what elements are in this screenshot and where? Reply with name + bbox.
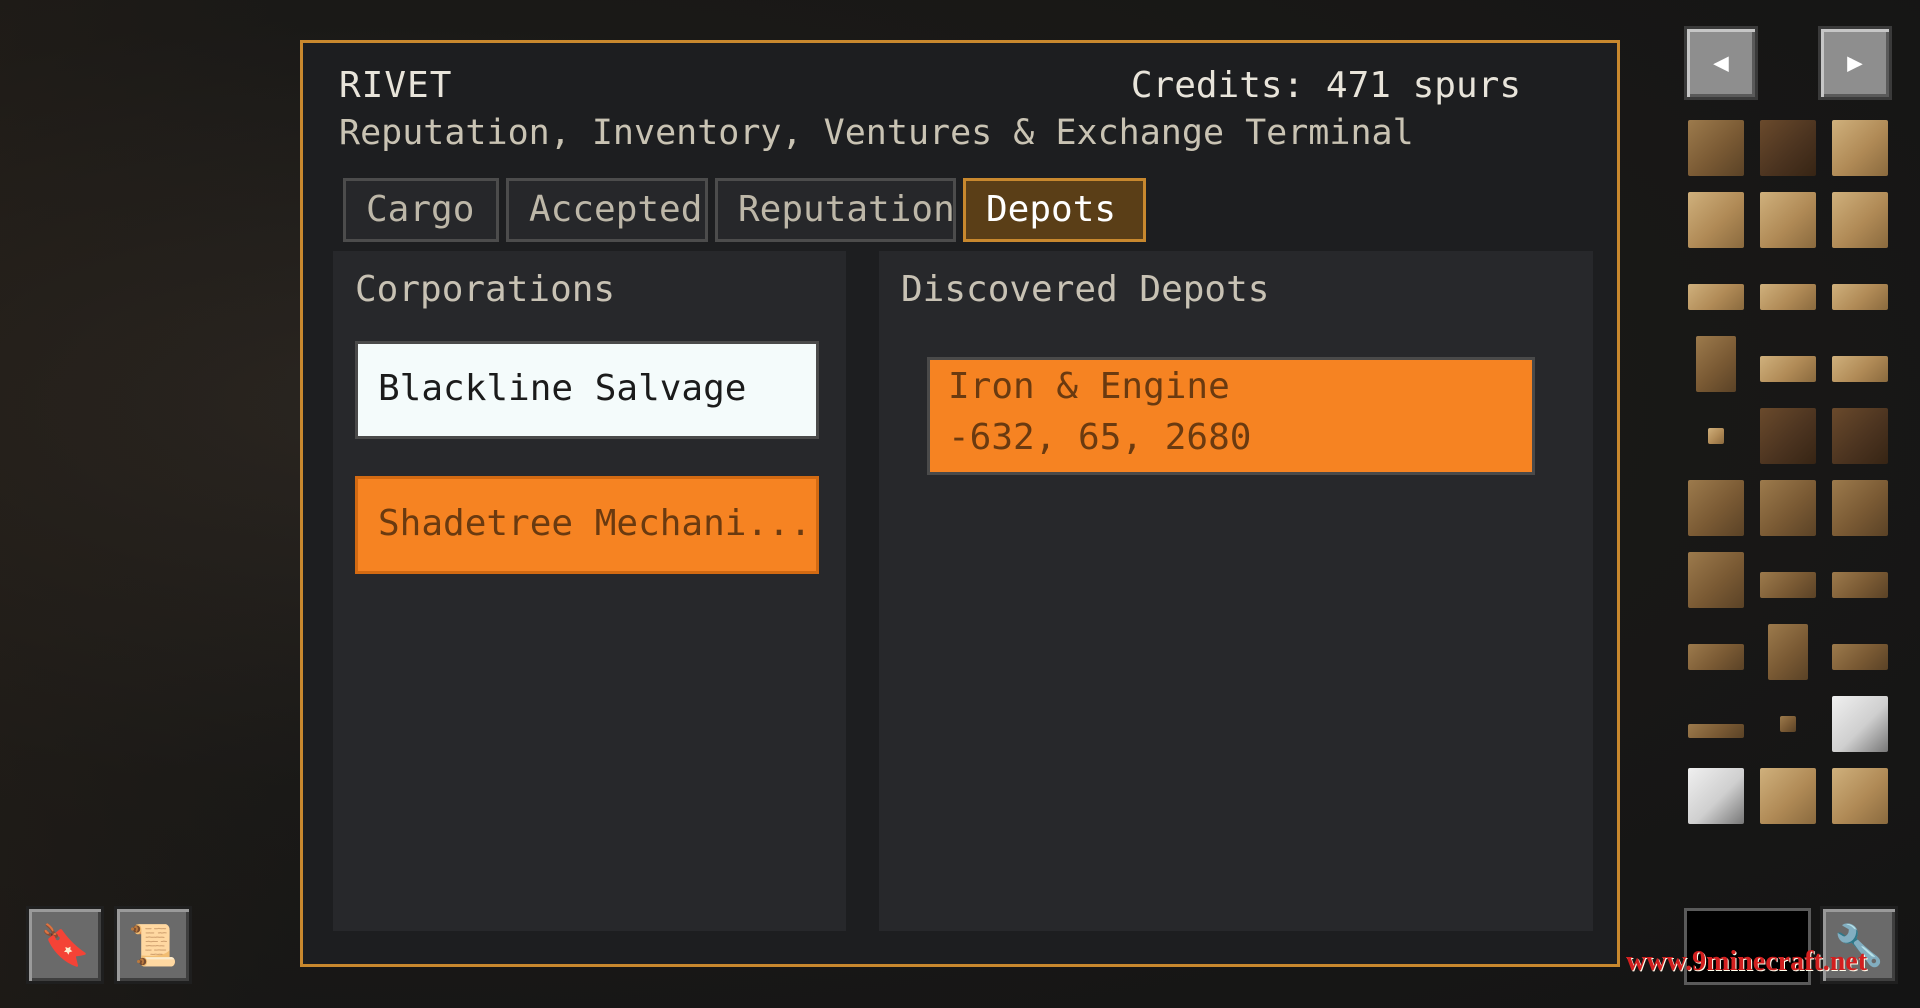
birch-wood-icon[interactable] [1758, 766, 1818, 826]
tab-cargo[interactable]: Cargo [343, 178, 499, 242]
scroll-icon: 📜 [128, 922, 178, 969]
background [0, 0, 300, 1008]
log-block-icon[interactable] [1830, 406, 1890, 466]
stairs-icon[interactable] [1686, 550, 1746, 610]
button-icon[interactable] [1758, 694, 1818, 754]
door-icon[interactable] [1686, 334, 1746, 394]
arrow-right-icon: ▶ [1847, 48, 1863, 78]
pressure-plate-icon[interactable] [1830, 334, 1890, 394]
arrow-left-icon: ◀ [1713, 48, 1729, 78]
prev-page-button[interactable]: ◀ [1684, 26, 1758, 100]
tab-accepted[interactable]: Accepted [506, 178, 708, 242]
fence-icon[interactable] [1830, 550, 1890, 610]
corporations-title: Corporations [355, 269, 616, 310]
next-page-button[interactable]: ▶ [1818, 26, 1892, 100]
fence-gate-icon[interactable] [1686, 622, 1746, 682]
tab-reputation[interactable]: Reputation [715, 178, 956, 242]
log-block-icon[interactable] [1758, 118, 1818, 178]
birch-plank-icon[interactable] [1830, 766, 1890, 826]
depot-item[interactable]: Iron & Engine -632, 65, 2680 [927, 357, 1535, 475]
rivet-terminal-panel: RIVET Credits: 471 spurs Reputation, Inv… [300, 40, 1620, 967]
corporation-item[interactable]: Blackline Salvage [355, 341, 819, 439]
wood-block-icon[interactable] [1686, 478, 1746, 538]
plank-block-icon[interactable] [1686, 190, 1746, 250]
bookmark-button[interactable]: 🔖 [26, 906, 104, 984]
button-icon[interactable] [1686, 406, 1746, 466]
slab-icon[interactable] [1686, 262, 1746, 322]
depots-panel: Discovered Depots Iron & Engine -632, 65… [879, 251, 1593, 931]
scroll-button[interactable]: 📜 [114, 906, 192, 984]
depots-title: Discovered Depots [901, 269, 1270, 310]
wood-block-icon[interactable] [1830, 118, 1890, 178]
page-title: RIVET [339, 65, 453, 106]
page-subtitle: Reputation, Inventory, Ventures & Exchan… [339, 113, 1414, 153]
door-icon[interactable] [1758, 622, 1818, 682]
depot-coordinates: -632, 65, 2680 [948, 417, 1252, 458]
watermark: www.9minecraft.net [1626, 946, 1868, 977]
credits-readout: Credits: 471 spurs [1130, 65, 1521, 106]
log-block-icon[interactable] [1686, 118, 1746, 178]
tab-depots[interactable]: Depots [963, 178, 1146, 242]
corporations-panel: Corporations Blackline Salvage Shadetree… [333, 251, 846, 931]
pressure-plate-icon[interactable] [1830, 622, 1890, 682]
trapdoor-icon[interactable] [1758, 334, 1818, 394]
log-block-icon[interactable] [1758, 406, 1818, 466]
corporation-item[interactable]: Shadetree Mechani... [355, 476, 819, 574]
birch-log-icon[interactable] [1686, 766, 1746, 826]
bookmark-icon: 🔖 [40, 922, 90, 969]
slab-icon[interactable] [1758, 550, 1818, 610]
birch-log-icon[interactable] [1830, 694, 1890, 754]
slab-icon[interactable] [1686, 694, 1746, 754]
fence-gate-icon[interactable] [1830, 262, 1890, 322]
plank-block-icon[interactable] [1758, 190, 1818, 250]
depot-name: Iron & Engine [948, 366, 1230, 407]
fence-icon[interactable] [1758, 262, 1818, 322]
plank-block-icon[interactable] [1830, 478, 1890, 538]
stairs-icon[interactable] [1830, 190, 1890, 250]
wood-block-icon[interactable] [1758, 478, 1818, 538]
